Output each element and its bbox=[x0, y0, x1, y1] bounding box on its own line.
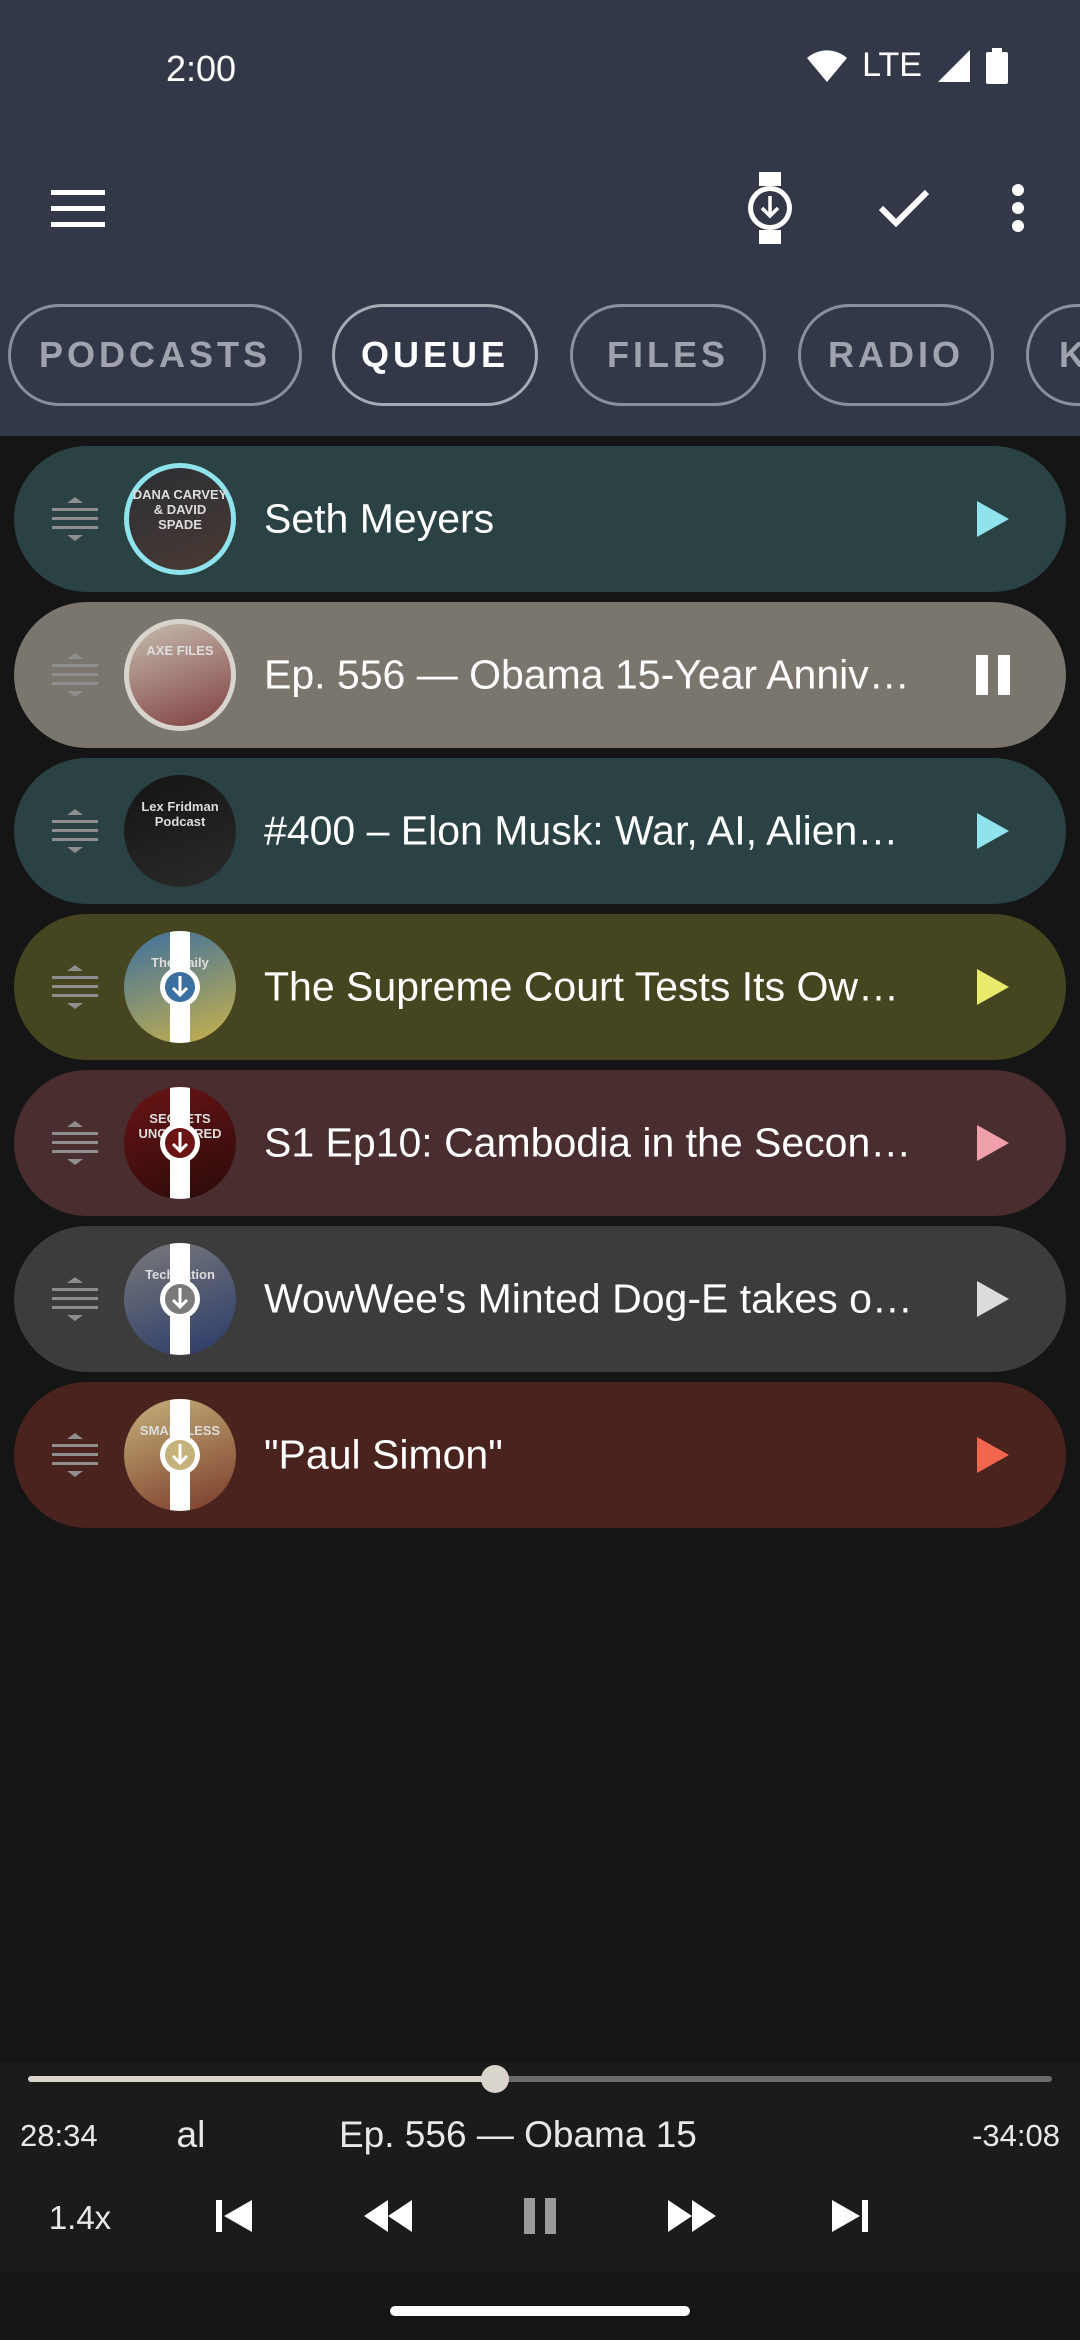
more-vert-icon bbox=[1011, 183, 1025, 237]
episode-title: S1 Ep10: Cambodia in the Second Indochin… bbox=[264, 1119, 916, 1166]
menu-button[interactable] bbox=[40, 172, 116, 248]
drag-handle-icon[interactable] bbox=[50, 1121, 100, 1165]
pause-icon bbox=[522, 2196, 558, 2241]
podcast-artwork: The Daily bbox=[124, 931, 236, 1043]
episode-title: WowWee's Minted Dog-E takes on the world bbox=[264, 1275, 916, 1322]
tab-files[interactable]: FILES bbox=[570, 304, 766, 406]
download-watch-icon bbox=[124, 1399, 236, 1511]
watch-download-button[interactable] bbox=[732, 171, 808, 249]
tab-queue[interactable]: QUEUE bbox=[332, 304, 538, 406]
status-time: 2:00 bbox=[166, 48, 237, 89]
podcast-artwork: AXE FILES bbox=[124, 619, 236, 731]
pause-icon[interactable] bbox=[968, 650, 1018, 700]
top-app-bar: 2:00 LTE PODCASTS QUEUE FILES RADIO K bbox=[0, 0, 1080, 436]
drag-handle-icon[interactable] bbox=[50, 653, 100, 697]
drag-handle-icon[interactable] bbox=[50, 809, 100, 853]
podcast-artwork: TechNation bbox=[124, 1243, 236, 1355]
download-watch-icon bbox=[124, 931, 236, 1043]
status-icons: LTE bbox=[806, 46, 1008, 85]
episode-title: "Paul Simon" bbox=[264, 1431, 503, 1478]
tab-podcasts[interactable]: PODCASTS bbox=[8, 304, 302, 406]
queue-item[interactable]: Lex Fridman Podcast #400 – Elon Musk: War… bbox=[14, 758, 1066, 904]
play-icon[interactable] bbox=[968, 806, 1018, 856]
fast-forward-button[interactable] bbox=[660, 2188, 724, 2248]
download-watch-icon bbox=[124, 1087, 236, 1199]
skip-previous-button[interactable] bbox=[206, 2188, 262, 2248]
podcast-artwork: DANA CARVEY & DAVID SPADE bbox=[124, 463, 236, 575]
menu-icon bbox=[51, 188, 105, 233]
rewind-icon bbox=[362, 2198, 414, 2239]
remaining-time: -34:08 bbox=[972, 2118, 1060, 2153]
fast-forward-icon bbox=[666, 2198, 718, 2239]
podcast-artwork: SECRETS UNCOVERED bbox=[124, 1087, 236, 1199]
queue-item[interactable]: TechNation WowWee's Minted Dog-E takes on… bbox=[14, 1226, 1066, 1372]
podcast-artwork: Lex Fridman Podcast bbox=[124, 775, 236, 887]
drag-handle-icon[interactable] bbox=[50, 497, 100, 541]
skip-next-button[interactable] bbox=[822, 2188, 878, 2248]
queue-item[interactable]: SMARTLESS "Paul Simon" bbox=[14, 1382, 1066, 1528]
play-icon[interactable] bbox=[968, 1430, 1018, 1480]
tab-bar: PODCASTS QUEUE FILES RADIO K bbox=[0, 302, 1080, 408]
episode-title: #400 – Elon Musk: War, AI, Aliens, Polit… bbox=[264, 807, 916, 854]
tab-radio[interactable]: RADIO bbox=[798, 304, 994, 406]
check-icon bbox=[878, 188, 930, 233]
wifi-icon bbox=[806, 49, 848, 83]
progress-handle[interactable] bbox=[480, 2065, 509, 2093]
artwork-text: AXE FILES bbox=[146, 643, 214, 658]
play-icon[interactable] bbox=[968, 494, 1018, 544]
episode-title: Ep. 556 — Obama 15-Year Anniversary Spec… bbox=[264, 651, 916, 698]
select-button[interactable] bbox=[866, 172, 942, 248]
watch-download-icon bbox=[745, 171, 795, 249]
artwork-text: DANA CARVEY & DAVID SPADE bbox=[132, 487, 228, 532]
skip-next-icon bbox=[830, 2196, 870, 2241]
progress-slider[interactable] bbox=[28, 2065, 1052, 2093]
now-playing-title[interactable]: Special Ep. 556 — Obama 15 bbox=[176, 2114, 906, 2158]
drag-handle-icon[interactable] bbox=[50, 965, 100, 1009]
episode-title: Seth Meyers bbox=[264, 495, 495, 542]
now-playing-text: Special Ep. 556 — Obama 15 bbox=[176, 2114, 697, 2155]
home-gesture-pill[interactable] bbox=[390, 2306, 690, 2316]
drag-handle-icon[interactable] bbox=[50, 1277, 100, 1321]
playback-speed-button[interactable]: 1.4x bbox=[40, 2188, 120, 2248]
tab-more[interactable]: K bbox=[1026, 304, 1080, 406]
more-options-button[interactable] bbox=[980, 172, 1056, 248]
battery-icon bbox=[986, 47, 1008, 84]
download-watch-icon bbox=[124, 1243, 236, 1355]
play-icon[interactable] bbox=[968, 1118, 1018, 1168]
rewind-button[interactable] bbox=[356, 2188, 420, 2248]
system-nav-bar bbox=[0, 2272, 1080, 2340]
podcast-artwork: SMARTLESS bbox=[124, 1399, 236, 1511]
queue-item[interactable]: The Daily The Supreme Court Tests Its Own… bbox=[14, 914, 1066, 1060]
skip-previous-icon bbox=[214, 2196, 254, 2241]
play-icon[interactable] bbox=[968, 962, 1018, 1012]
play-icon[interactable] bbox=[968, 1274, 1018, 1324]
pause-button[interactable] bbox=[512, 2188, 568, 2248]
elapsed-time: 28:34 bbox=[20, 2118, 98, 2153]
drag-handle-icon[interactable] bbox=[50, 1433, 100, 1477]
queue-item[interactable]: DANA CARVEY & DAVID SPADE Seth Meyers bbox=[14, 446, 1066, 592]
progress-fill bbox=[28, 2076, 495, 2082]
network-label: LTE bbox=[862, 46, 922, 84]
episode-title: The Supreme Court Tests Its Own Limits bbox=[264, 963, 916, 1010]
queue-item[interactable]: AXE FILES Ep. 556 — Obama 15-Year Anniver… bbox=[14, 602, 1066, 748]
artwork-text: Lex Fridman Podcast bbox=[141, 799, 219, 829]
signal-icon bbox=[936, 49, 972, 83]
queue-item[interactable]: SECRETS UNCOVERED S1 Ep10: Cambodia in th… bbox=[14, 1070, 1066, 1216]
